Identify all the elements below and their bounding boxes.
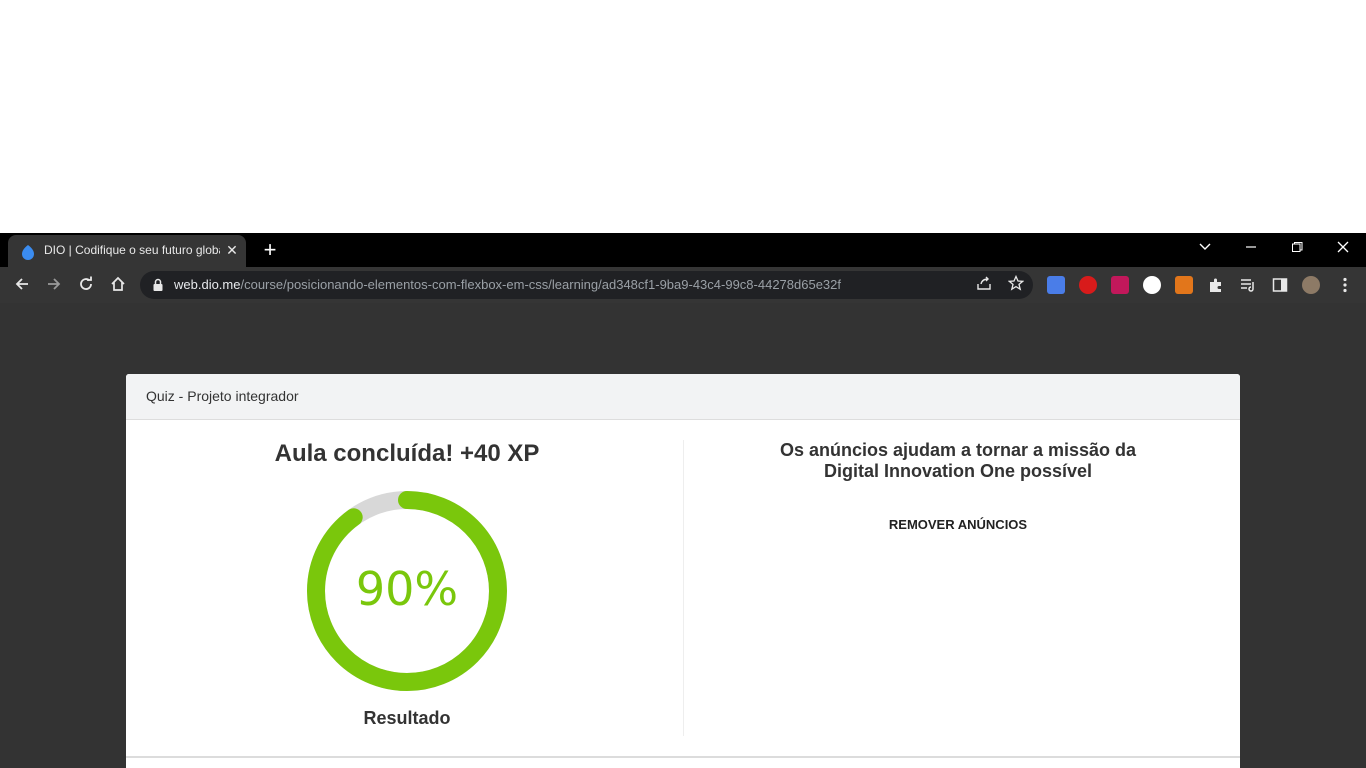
home-icon[interactable]: [108, 275, 128, 295]
metamask-extension-icon[interactable]: [1175, 276, 1193, 294]
back-icon[interactable]: [12, 275, 32, 295]
minimize-icon[interactable]: [1239, 239, 1263, 259]
color-extension-icon[interactable]: [1143, 276, 1161, 294]
side-panel-icon[interactable]: [1271, 276, 1289, 294]
column-divider: [683, 440, 684, 736]
lesson-complete-title: Aula concluída! +40 XP: [274, 440, 540, 467]
forward-icon[interactable]: [44, 275, 64, 295]
tab-title: DIO | Codifique o seu futuro global: [44, 243, 220, 257]
result-progress-ring: 90%: [307, 491, 507, 691]
media-controls-icon[interactable]: [1239, 276, 1257, 294]
dio-favicon-icon: [22, 245, 34, 260]
adblock-extension-icon[interactable]: [1079, 276, 1097, 294]
tab-close-icon[interactable]: ✕: [224, 241, 240, 259]
remove-ads-button[interactable]: REMOVER ANÚNCIOS: [726, 517, 1190, 532]
ads-message-line2: Digital Innovation One possível: [823, 461, 1093, 481]
page-content: Quiz - Projeto integrador Aula concluída…: [0, 303, 1366, 768]
card-header: Quiz - Projeto integrador: [126, 374, 1240, 420]
restore-icon[interactable]: [1285, 239, 1309, 259]
close-window-icon[interactable]: [1331, 239, 1355, 259]
browser-tab-bar: DIO | Codifique o seu futuro global ✕: [0, 233, 1366, 267]
translate-extension-icon[interactable]: [1047, 276, 1065, 294]
address-bar[interactable]: web.dio.me/course/posicionando-elementos…: [140, 271, 1033, 299]
result-column: Aula concluída! +40 XP 90% Resultado: [126, 420, 684, 735]
url-path: /course/posicionando-elementos-com-flexb…: [240, 277, 842, 292]
profile-avatar[interactable]: [1302, 276, 1320, 294]
bookmark-star-icon[interactable]: [1006, 274, 1026, 295]
url-text[interactable]: web.dio.me/course/posicionando-elementos…: [174, 277, 841, 292]
tab-search-icon[interactable]: [1193, 239, 1217, 259]
reload-icon[interactable]: [76, 275, 96, 295]
extensions-puzzle-icon[interactable]: [1207, 276, 1225, 294]
ads-message: Os anúncios ajudam a tornar a missão da …: [726, 440, 1190, 482]
quiz-result-card: Quiz - Projeto integrador Aula concluída…: [126, 374, 1240, 768]
browser-toolbar: web.dio.me/course/posicionando-elementos…: [0, 267, 1366, 303]
result-percent: 90%: [356, 562, 458, 616]
lock-icon: [153, 278, 163, 291]
card-footer-divider: [126, 756, 1240, 758]
menu-kebab-icon[interactable]: [1336, 276, 1354, 294]
new-tab-button[interactable]: +: [260, 239, 280, 261]
blank-top-area: [0, 0, 1366, 233]
grid-extension-icon[interactable]: [1111, 276, 1129, 294]
card-header-title: Quiz - Projeto integrador: [146, 388, 299, 404]
browser-tab-active[interactable]: DIO | Codifique o seu futuro global ✕: [8, 235, 246, 267]
ads-message-line1: Os anúncios ajudam a tornar a missão da: [779, 440, 1137, 460]
url-host: web.dio.me: [174, 277, 241, 292]
result-label: Resultado: [363, 708, 451, 728]
share-icon[interactable]: [974, 275, 994, 295]
